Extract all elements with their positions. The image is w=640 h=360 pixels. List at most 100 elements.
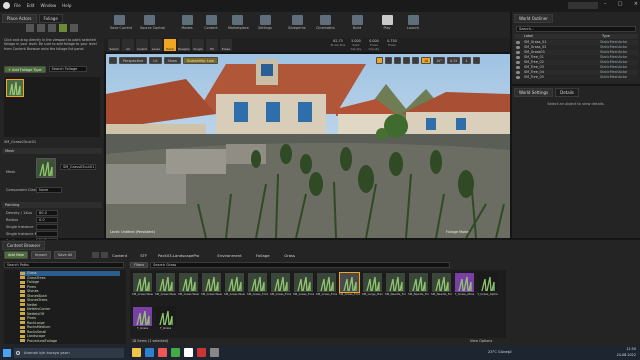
taskbar-app-icon[interactable] [158,348,167,357]
visibility-eye-icon[interactable] [516,66,520,69]
painting-field-input[interactable]: 0.0 [36,217,58,223]
asset-tile[interactable]: SM_Large_Plant [362,272,383,302]
search-paths-input[interactable]: Search Paths [4,262,124,268]
tab-world-outliner[interactable]: World Outliner [514,14,553,23]
toolbar-save-button[interactable]: Save Current [110,14,132,36]
geometry-mode-icon[interactable] [70,24,78,32]
toolbar-modes-button[interactable]: Modes [178,14,196,36]
lit-button[interactable]: Lit [149,57,162,64]
mesh-section-header[interactable]: Mesh [2,148,102,154]
asset-tile[interactable]: SM_Grass_Foliage [270,272,291,302]
asset-tile[interactable]: SM_Grass Weed Dif [132,272,153,302]
asset-tile[interactable]: SM_Grass Weed Dif [155,272,176,302]
breadcrumb-stf[interactable]: STF [140,253,147,258]
level-viewport[interactable]: Perspective Lit Show Scalability: Low 10… [106,54,510,238]
clock-date[interactable]: 24.08.2022 [606,353,636,357]
taskbar-app-icon[interactable] [184,348,193,357]
menu-item-0[interactable]: File [14,3,21,9]
painting-field-input[interactable]: 80.0 [36,210,58,216]
visibility-eye-icon[interactable] [516,56,520,59]
tab-world-settings[interactable]: World Settings [514,88,554,97]
toolbar-blueprints-button[interactable]: Blueprints [288,14,306,36]
col-label[interactable]: Label [524,34,533,39]
foliage-tool-erase[interactable]: Erase [220,39,232,51]
outliner-row[interactable]: SM_Tree_05 StaticMeshActor [514,75,638,80]
foliage-stat-2[interactable]: 0.000 Erase Density [366,39,382,51]
toolbar-content-button[interactable]: Content [202,14,220,36]
painting-section-header[interactable]: Painting [2,202,102,208]
foliage-stat-1[interactable]: 5.000 Paint Density [348,39,364,51]
breadcrumb-grass[interactable]: Grass [284,253,295,258]
asset-tile[interactable]: SM_Grass Weed Dif [178,272,199,302]
foliage-tool-select[interactable]: Select [108,39,120,51]
breadcrumb-environment[interactable]: Environment [217,253,241,258]
col-type[interactable]: Type [602,34,610,39]
content-view-options[interactable]: View Options [470,339,492,343]
foliage-stat-3[interactable]: 0.750 Erase [384,39,400,51]
scale-icon[interactable] [394,57,401,64]
show-button[interactable]: Show [163,57,182,64]
foliage-tool-single[interactable]: Single [192,39,204,51]
foliage-tool-all[interactable]: All [122,39,134,51]
foliage-tool-reapply[interactable]: Reapply [178,39,190,51]
toolbar-play-button[interactable]: Play [378,14,396,36]
weather-text[interactable]: 23°C Güneşli [488,350,511,354]
asset-tile[interactable]: T_Grass [155,306,176,336]
menu-item-1[interactable]: Edit [27,3,35,9]
landscape-mode-icon[interactable] [48,24,56,32]
back-icon[interactable] [92,252,99,258]
breadcrumb-content[interactable]: Content [112,253,127,258]
tab-details[interactable]: Details [555,88,580,97]
asset-tile[interactable]: SM_Grass_Foliage [316,272,337,302]
minimize-icon[interactable]: – [604,1,607,10]
visibility-eye-icon[interactable] [516,46,520,49]
asset-tile[interactable]: SM_Grass_Foliage [247,272,268,302]
asset-tile[interactable]: SM_Needle_Foliage [431,272,452,302]
toolbar-source-control-button[interactable]: Source Control [140,14,165,36]
visibility-eye-icon[interactable] [516,51,520,54]
taskbar-app-icon[interactable] [132,348,141,357]
foliage-mode-icon[interactable] [59,24,67,32]
foliage-tool-fill[interactable]: Fill [206,39,218,51]
visibility-eye-icon[interactable] [516,76,520,79]
search-foliage-input[interactable]: Search Foliage [48,66,87,72]
rotate-icon[interactable] [385,57,392,64]
asset-tile[interactable]: SM_Needle_Foliage [385,272,406,302]
asset-tile[interactable]: T_Grass_Atlas [454,272,475,302]
filters-button[interactable]: Filters [130,262,149,268]
maximize-viewport-icon[interactable] [472,57,480,64]
visibility-eye-icon[interactable] [516,61,520,64]
foliage-type-thumbnail[interactable] [6,79,24,97]
taskbar-app-icon[interactable] [171,348,180,357]
visibility-eye-icon[interactable] [516,71,520,74]
menu-item-3[interactable]: Help [62,3,71,9]
tab-foliage[interactable]: Foliage [38,14,63,23]
toolbar-marketplace-button[interactable]: Marketplace [228,14,249,36]
asset-tile[interactable]: T_Grass [132,306,153,336]
foliage-tool-paint[interactable]: Paint [164,39,176,51]
painting-field-input[interactable] [36,231,58,237]
scalability-warning[interactable]: Scalability: Low [183,57,218,64]
outliner-search-input[interactable]: Search... [516,26,636,32]
mesh-preview[interactable] [36,158,56,178]
angle-snap-value[interactable]: 10° [433,57,446,64]
mesh-value-field[interactable]: SM_Grass03cut01 [60,164,96,170]
tab-place-actors[interactable]: Place Actors [2,14,37,23]
clock-time[interactable]: 12:50 [606,347,636,351]
breadcrumb-foliage[interactable]: Foliage [256,253,270,258]
foliage-tool-invalid[interactable]: Invalid [136,39,148,51]
asset-tile[interactable]: SM_Grass Weed Dif [201,272,222,302]
visibility-eye-icon[interactable] [516,41,520,44]
breadcrumb-pack03-landscapepro[interactable]: Pack03-LandscapePro [158,253,199,258]
taskbar-search-input[interactable]: Aramak için buraya yazın [14,348,124,358]
forward-icon[interactable] [101,252,108,258]
camera-speed-value[interactable]: 4 [462,57,471,64]
taskbar-app-icon[interactable] [197,348,206,357]
world-local-icon[interactable] [403,57,410,64]
toolbar-cinematics-button[interactable]: Cinematics [316,14,335,36]
toolbar-settings-button[interactable]: Settings [256,14,274,36]
surface-snap-icon[interactable] [412,57,419,64]
perspective-button[interactable]: Perspective [119,57,148,64]
foliage-stat-0[interactable]: 62.75 Brush Size [330,39,346,51]
add-foliage-type-button[interactable]: + Add Foliage Type [4,66,46,73]
